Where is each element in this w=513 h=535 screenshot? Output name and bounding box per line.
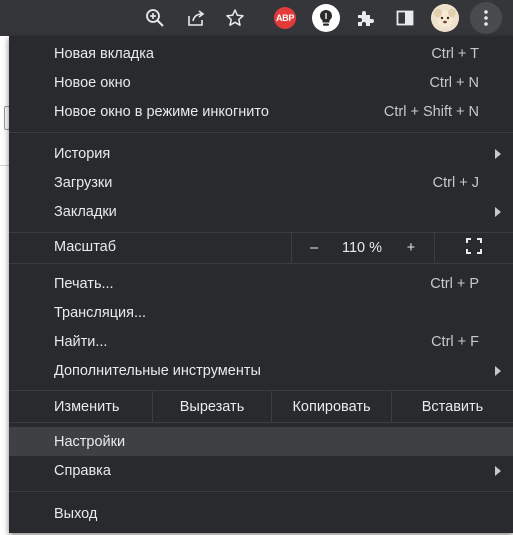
extensions-icon[interactable] — [352, 5, 378, 31]
zoom-row: Масштаб – 110 % + — [9, 233, 513, 262]
menu-item-settings[interactable]: Настройки — [9, 427, 513, 456]
menu-item-label: Новое окно — [54, 74, 131, 91]
menu-separator — [9, 491, 513, 492]
menu-separator — [9, 422, 513, 423]
zoom-in-button[interactable]: + — [388, 233, 434, 262]
menu-item-shortcut: Ctrl + P — [430, 275, 479, 292]
zoom-value: 110 % — [341, 239, 383, 256]
side-panel-icon[interactable] — [392, 5, 418, 31]
menu-item-label: Загрузки — [54, 174, 113, 191]
copy-button[interactable]: Копировать — [272, 391, 391, 422]
menu-item-label: История — [54, 145, 111, 162]
more-icon[interactable] — [470, 2, 502, 34]
menu-item-label: Выход — [54, 505, 98, 522]
menu-item-incognito[interactable]: Новое окно в режиме инкогнито Ctrl + Shi… — [9, 97, 513, 126]
menu-item-bookmarks[interactable]: Закладки — [9, 197, 513, 226]
menu-item-label: Новая вкладка — [54, 45, 154, 62]
menu-item-help[interactable]: Справка — [9, 456, 513, 485]
fullscreen-button[interactable] — [435, 233, 513, 262]
zoom-label: Масштаб — [54, 239, 117, 255]
menu-item-label: Печать... — [54, 275, 114, 292]
zoom-icon[interactable] — [142, 5, 168, 31]
menu-item-label: Настройки — [54, 433, 126, 450]
menu-separator — [9, 263, 513, 264]
submenu-arrow-icon — [495, 148, 501, 159]
paste-button[interactable]: Вставить — [392, 391, 513, 422]
abp-extension-icon[interactable]: ABP — [274, 7, 296, 29]
menu-item-shortcut: Ctrl + F — [431, 333, 479, 350]
bulb-extension-icon[interactable] — [312, 4, 340, 32]
menu-item-label: Трансляция... — [54, 304, 147, 321]
menu-item-print[interactable]: Печать... Ctrl + P — [9, 269, 513, 298]
star-icon[interactable] — [222, 5, 248, 31]
menu-item-label: Новое окно в режиме инкогнито — [54, 103, 269, 120]
menu-item-exit[interactable]: Выход — [9, 499, 513, 528]
menu-item-label: Найти... — [54, 333, 108, 350]
zoom-out-button[interactable]: – — [292, 233, 336, 262]
browser-toolbar: ABP — [0, 0, 513, 36]
menu-item-shortcut: Ctrl + N — [429, 74, 479, 91]
share-icon[interactable] — [183, 5, 209, 31]
menu-item-new-window[interactable]: Новое окно Ctrl + N — [9, 68, 513, 97]
menu-item-find[interactable]: Найти... Ctrl + F — [9, 327, 513, 356]
menu-item-shortcut: Ctrl + J — [432, 174, 479, 191]
menu-item-history[interactable]: История — [9, 139, 513, 168]
edit-row: Изменить Вырезать Копировать Вставить — [9, 391, 513, 422]
submenu-arrow-icon — [495, 206, 501, 217]
avatar[interactable] — [431, 4, 459, 32]
fullscreen-icon — [466, 237, 482, 258]
menu-item-label: Справка — [54, 462, 111, 479]
menu-item-label: Закладки — [54, 203, 117, 220]
menu-item-label: Дополнительные инструменты — [54, 362, 261, 379]
menu-item-new-tab[interactable]: Новая вкладка Ctrl + T — [9, 39, 513, 68]
menu-item-cast[interactable]: Трансляция... — [9, 298, 513, 327]
edit-label: Изменить — [54, 398, 120, 415]
menu-item-more-tools[interactable]: Дополнительные инструменты — [9, 356, 513, 385]
cut-button[interactable]: Вырезать — [153, 391, 271, 422]
menu-item-shortcut: Ctrl + T — [431, 45, 479, 62]
chrome-main-menu: Новая вкладка Ctrl + T Новое окно Ctrl +… — [9, 36, 513, 533]
menu-separator — [9, 132, 513, 133]
menu-item-downloads[interactable]: Загрузки Ctrl + J — [9, 168, 513, 197]
submenu-arrow-icon — [495, 465, 501, 476]
menu-item-shortcut: Ctrl + Shift + N — [383, 103, 479, 120]
submenu-arrow-icon — [495, 365, 501, 376]
